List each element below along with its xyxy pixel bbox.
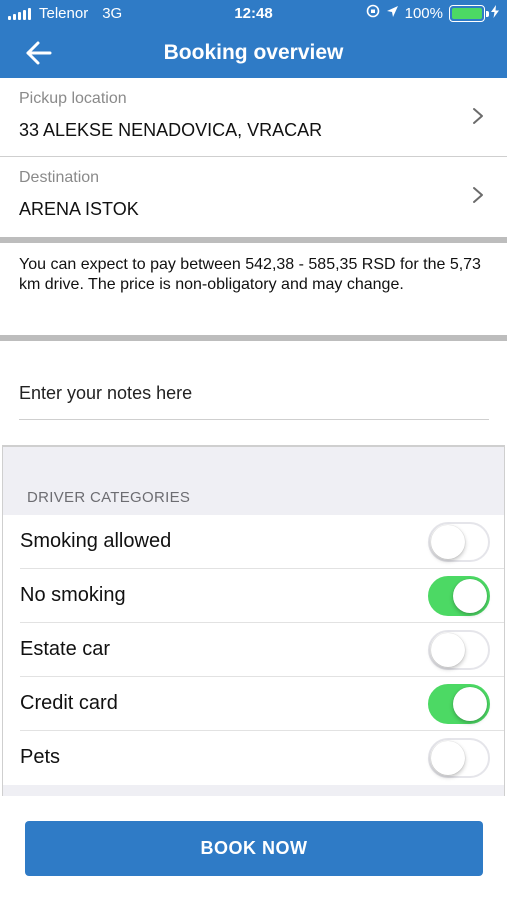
price-estimate-text: You can expect to pay between 542,38 - 5… bbox=[19, 256, 481, 293]
location-icon bbox=[386, 5, 399, 22]
charging-icon bbox=[491, 4, 499, 22]
category-label: Credit card bbox=[20, 692, 118, 714]
credit-card-toggle[interactable] bbox=[428, 684, 490, 724]
category-label: Pets bbox=[20, 746, 61, 768]
category-label: Estate car bbox=[20, 638, 111, 660]
battery-icon bbox=[449, 4, 489, 22]
category-row-estate-car: Estate car bbox=[3, 623, 504, 677]
section-divider bbox=[0, 237, 507, 243]
book-now-button[interactable]: BOOK NOW bbox=[25, 821, 483, 876]
driver-categories-section: DRIVER CATEGORIES Smoking allowed No smo… bbox=[2, 445, 505, 796]
notes-input[interactable] bbox=[19, 380, 489, 420]
pets-toggle[interactable] bbox=[428, 738, 490, 778]
page-title: Booking overview bbox=[163, 41, 344, 64]
section-divider bbox=[0, 335, 507, 341]
category-row-pets: Pets bbox=[3, 731, 504, 785]
status-bar: Telenor 3G 12:48 100% bbox=[0, 0, 507, 28]
smoking-allowed-toggle[interactable] bbox=[428, 522, 490, 562]
driver-categories-list: Smoking allowed No smoking Estate car Cr… bbox=[3, 515, 504, 785]
pickup-location-row[interactable]: Pickup location 33 ALEKSE NENADOVICA, VR… bbox=[0, 78, 507, 157]
toggle-knob bbox=[431, 741, 465, 775]
category-label: Smoking allowed bbox=[20, 530, 172, 552]
category-label: No smoking bbox=[20, 584, 126, 606]
destination-value: ARENA ISTOK bbox=[19, 199, 139, 219]
toggle-knob bbox=[453, 579, 487, 613]
chevron-right-icon bbox=[473, 108, 483, 124]
category-row-smoking-allowed: Smoking allowed bbox=[3, 515, 504, 569]
toggle-knob bbox=[431, 525, 465, 559]
no-smoking-toggle[interactable] bbox=[428, 576, 490, 616]
category-row-no-smoking: No smoking bbox=[3, 569, 504, 623]
rotation-lock-icon bbox=[366, 4, 380, 22]
status-right: 100% bbox=[366, 4, 499, 22]
pickup-location-value: 33 ALEKSE NENADOVICA, VRACAR bbox=[19, 120, 323, 140]
driver-categories-header: DRIVER CATEGORIES bbox=[27, 489, 191, 506]
destination-label: Destination bbox=[19, 169, 100, 186]
chevron-right-icon bbox=[473, 187, 483, 203]
destination-row[interactable]: Destination ARENA ISTOK bbox=[0, 157, 507, 237]
battery-percent: 100% bbox=[404, 4, 443, 22]
category-row-credit-card: Credit card bbox=[3, 677, 504, 731]
pickup-location-label: Pickup location bbox=[19, 90, 127, 107]
toggle-knob bbox=[431, 633, 465, 667]
toggle-knob bbox=[453, 687, 487, 721]
estate-car-toggle[interactable] bbox=[428, 630, 490, 670]
nav-bar: Booking overview bbox=[0, 28, 507, 78]
